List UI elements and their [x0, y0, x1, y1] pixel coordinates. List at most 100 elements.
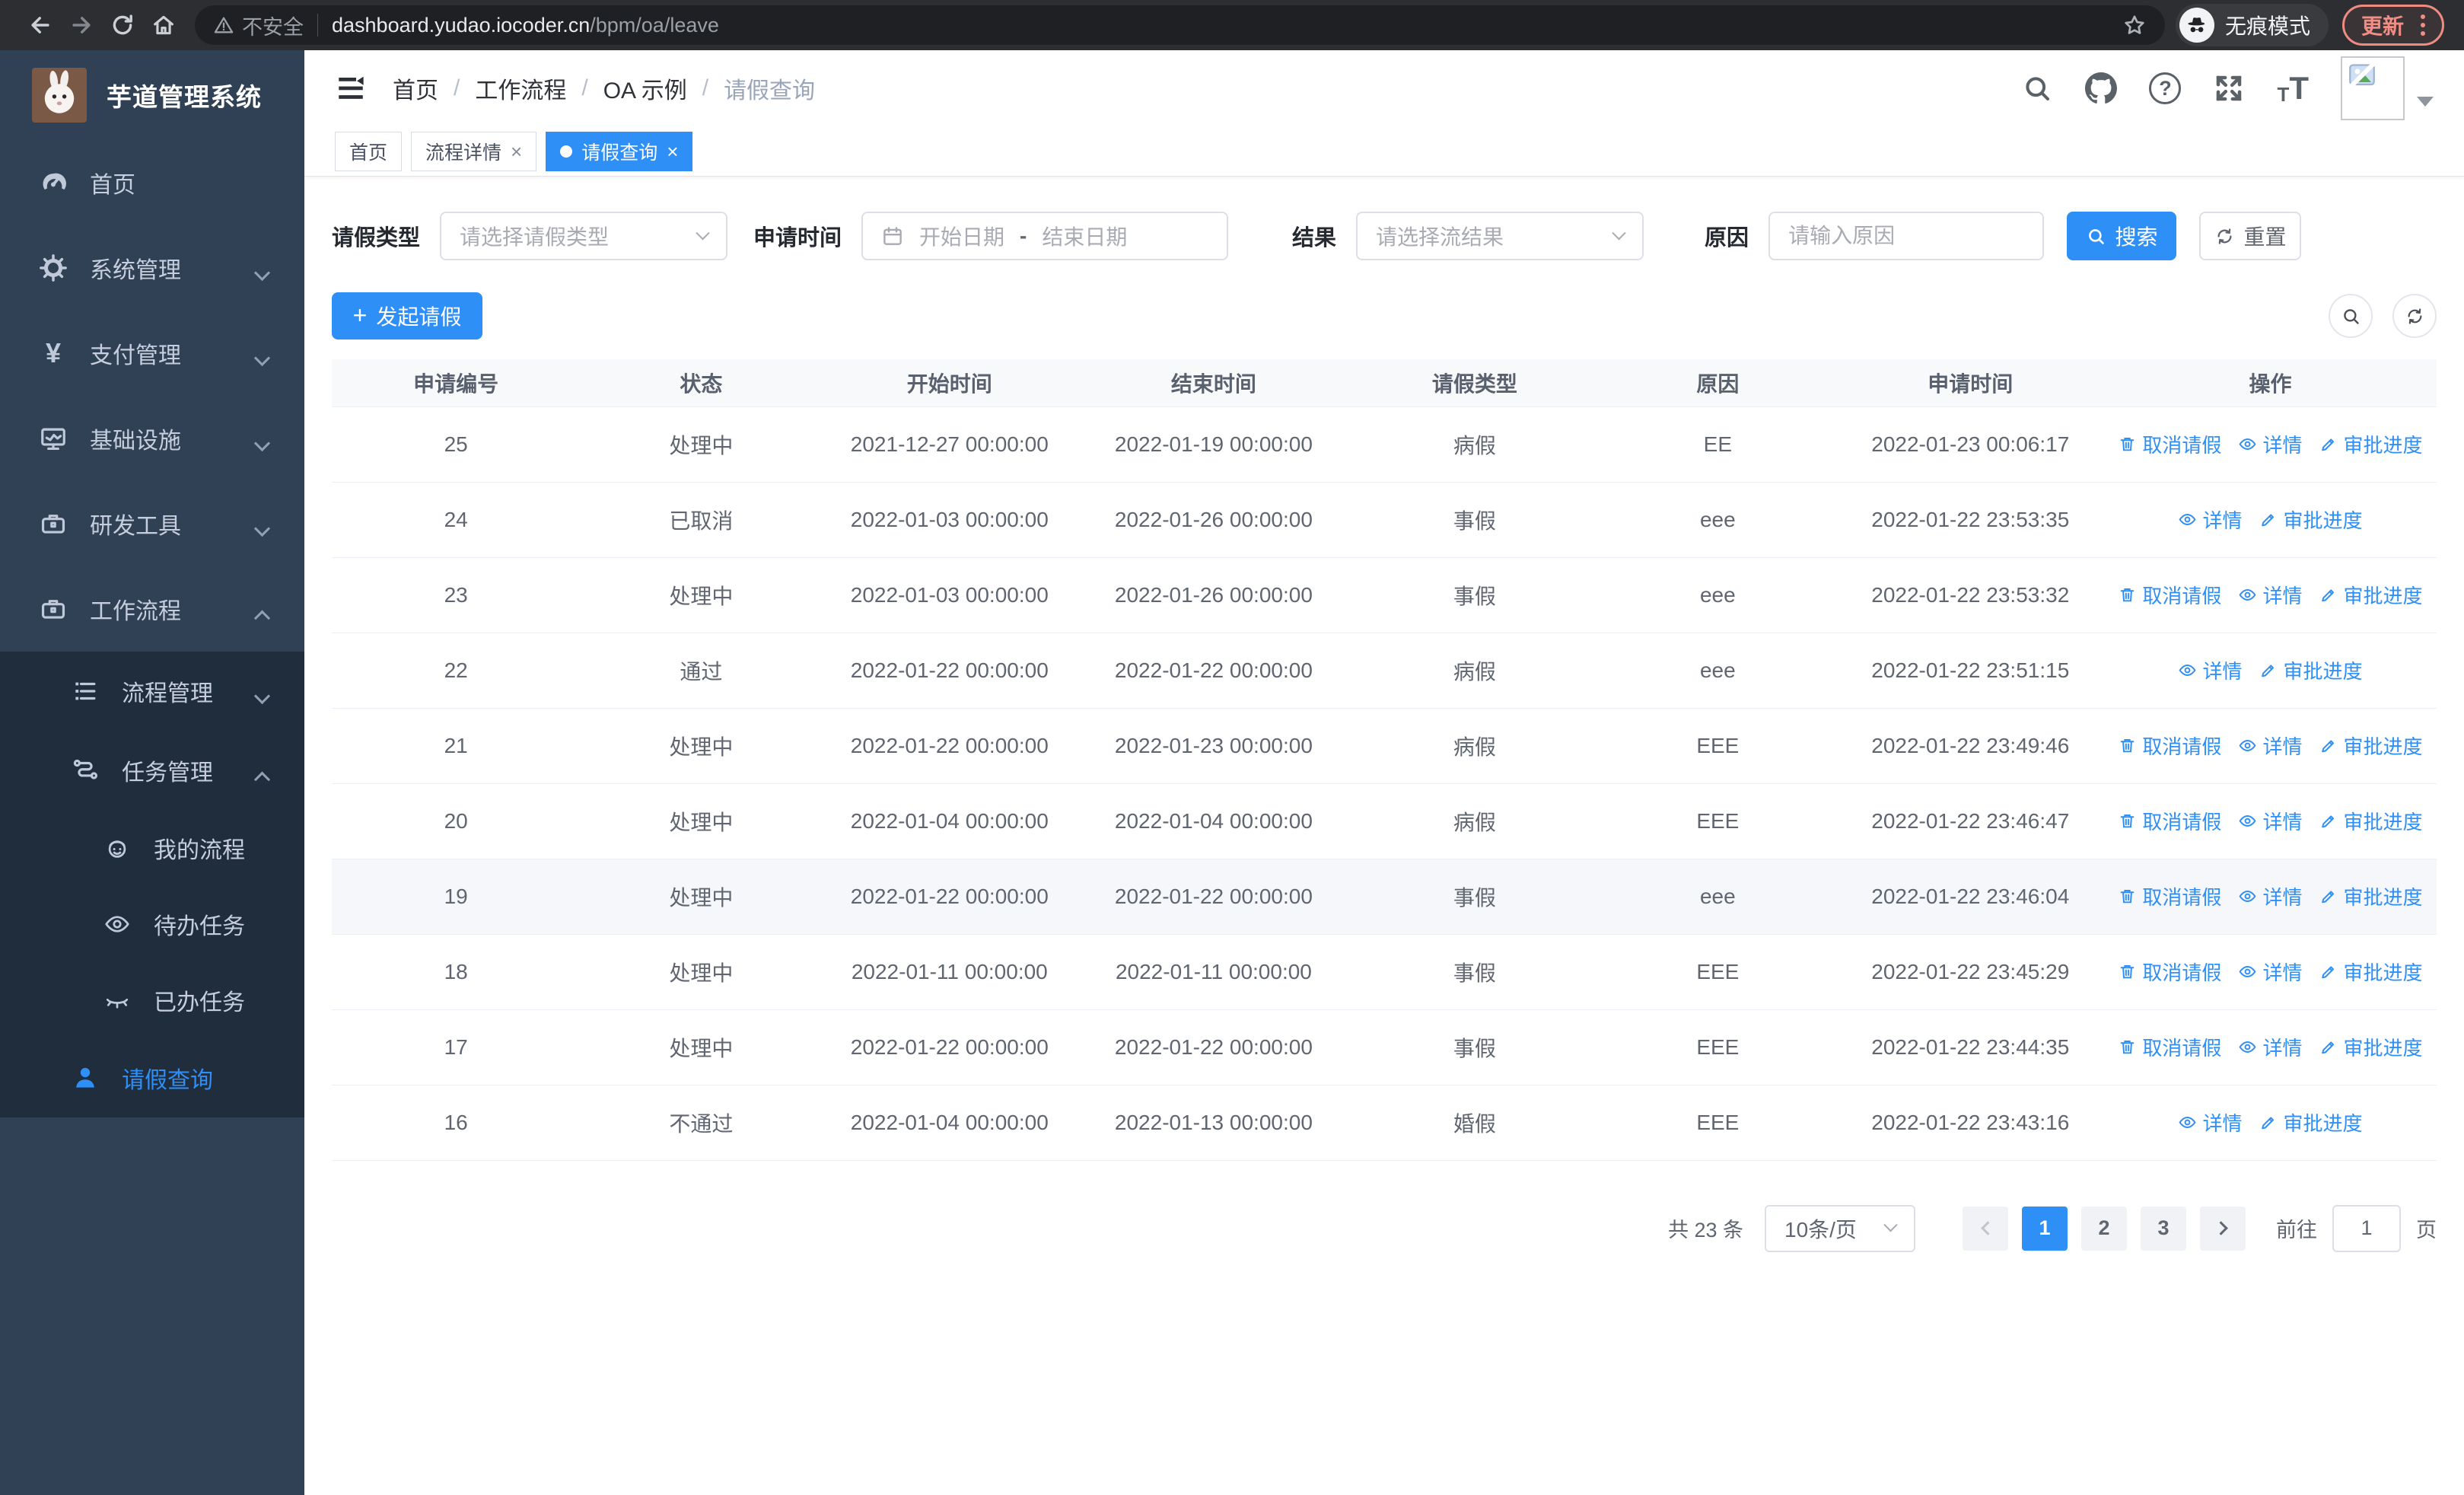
sidebar-item-done-tasks[interactable]: 已办任务	[0, 962, 304, 1038]
reset-button[interactable]: 重置	[2199, 212, 2302, 260]
result-select[interactable]: 请选择流结果	[1356, 212, 1644, 260]
bookmark-star-icon[interactable]	[2122, 13, 2147, 37]
tag-process-detail[interactable]: 流程详情 ×	[411, 131, 537, 171]
search-button[interactable]: 搜索	[2067, 212, 2177, 260]
detail-link[interactable]: 详情	[2238, 1033, 2302, 1061]
sidebar-item-workflow[interactable]: 工作流程	[0, 566, 304, 652]
cancel-leave-link[interactable]: 取消请假	[2118, 882, 2221, 910]
approval-progress-link[interactable]: 审批进度	[2259, 505, 2362, 534]
cancel-leave-link[interactable]: 取消请假	[2118, 958, 2221, 986]
tag-label: 首页	[349, 142, 388, 164]
cancel-leave-link[interactable]: 取消请假	[2118, 430, 2221, 458]
chevron-down-icon	[253, 429, 271, 455]
detail-link[interactable]: 详情	[2238, 807, 2302, 835]
cell-end: 2022-01-13 00:00:00	[1077, 1085, 1351, 1161]
browser-forward-button[interactable]	[61, 5, 102, 46]
toggle-search-button[interactable]	[2329, 294, 2373, 338]
next-page-button[interactable]	[2200, 1206, 2246, 1251]
tag-label: 流程详情	[425, 142, 502, 164]
detail-link[interactable]: 详情	[2238, 430, 2302, 458]
active-dot	[560, 145, 573, 158]
fullscreen-icon[interactable]	[2213, 72, 2245, 104]
goto-label: 前往	[2276, 1219, 2317, 1242]
detail-link[interactable]: 详情	[2178, 656, 2242, 684]
result-label: 结果	[1292, 226, 1337, 250]
pen-icon	[2262, 1116, 2275, 1129]
avatar[interactable]	[2341, 56, 2405, 120]
approval-progress-link[interactable]: 审批进度	[2319, 807, 2422, 835]
cancel-leave-link[interactable]: 取消请假	[2118, 807, 2221, 835]
detail-link[interactable]: 详情	[2238, 581, 2302, 609]
approval-progress-link[interactable]: 审批进度	[2319, 430, 2422, 458]
search-icon[interactable]	[2021, 72, 2053, 104]
sidebar-item-system[interactable]: 系统管理	[0, 225, 304, 311]
approval-progress-link[interactable]: 审批进度	[2319, 882, 2422, 910]
page-button-1[interactable]: 1	[2022, 1206, 2068, 1251]
approval-progress-link[interactable]: 审批进度	[2319, 732, 2422, 760]
browser-back-button[interactable]	[20, 5, 61, 46]
sidebar-item-leave-query[interactable]: 请假查询	[0, 1038, 304, 1117]
apply-time-range-picker[interactable]: 开始日期 - 结束日期	[861, 212, 1229, 260]
table-row: 21 处理中 2022-01-22 00:00:00 2022-01-23 00:00…	[332, 708, 2437, 784]
sidebar-item-payment[interactable]: ¥ 支付管理	[0, 311, 304, 396]
close-icon[interactable]: ×	[511, 142, 522, 161]
help-icon[interactable]: ?	[2149, 72, 2182, 104]
cell-id: 21	[332, 708, 581, 784]
tag-home[interactable]: 首页	[335, 131, 403, 171]
sidebar-item-home[interactable]: 首页	[0, 140, 304, 225]
cancel-leave-link[interactable]: 取消请假	[2118, 1033, 2221, 1061]
create-leave-button[interactable]: + 发起请假	[332, 292, 482, 339]
detail-link[interactable]: 详情	[2178, 1108, 2242, 1136]
close-icon[interactable]: ×	[667, 142, 678, 161]
refresh-table-button[interactable]	[2392, 294, 2437, 338]
chevron-down-icon	[696, 225, 710, 240]
approval-progress-link[interactable]: 审批进度	[2259, 656, 2362, 684]
approval-progress-link[interactable]: 审批进度	[2319, 581, 2422, 609]
sidebar-item-devtools[interactable]: 研发工具	[0, 481, 304, 566]
reason-input[interactable]	[1770, 213, 2043, 259]
approval-progress-link[interactable]: 审批进度	[2259, 1108, 2362, 1136]
sidebar-item-task-mgmt[interactable]: 任务管理	[0, 731, 304, 810]
detail-link[interactable]: 详情	[2178, 505, 2242, 534]
detail-link[interactable]: 详情	[2238, 732, 2302, 760]
cell-applied: 2022-01-22 23:49:46	[1836, 708, 2104, 784]
goto-page-input[interactable]	[2332, 1204, 2401, 1252]
browser-update-button[interactable]: 更新	[2341, 5, 2444, 46]
page-size-select[interactable]: 10条/页	[1765, 1204, 1915, 1252]
breadcrumb-home[interactable]: 首页	[393, 72, 438, 105]
pagination-total: 共 23 条	[1667, 1219, 1743, 1242]
approval-progress-link[interactable]: 审批进度	[2319, 1033, 2422, 1061]
prev-page-button[interactable]	[1963, 1206, 2008, 1251]
cell-status: 处理中	[580, 1009, 823, 1085]
pagination: 共 23 条 10条/页 1 2 3 前往 页	[332, 1204, 2437, 1252]
workflow-submenu: 流程管理 任务管理 我的流程 待办任务 已办任务 请假查询	[0, 652, 304, 1117]
security-label[interactable]: 不安全	[242, 11, 304, 40]
font-size-icon[interactable]: TT	[2277, 72, 2309, 105]
github-icon[interactable]	[2085, 72, 2118, 104]
cancel-leave-link[interactable]: 取消请假	[2118, 732, 2221, 760]
detail-link[interactable]: 详情	[2238, 958, 2302, 986]
sidebar-item-my-process[interactable]: 我的流程	[0, 810, 304, 886]
approval-progress-link[interactable]: 审批进度	[2319, 958, 2422, 986]
sidebar-item-label: 系统管理	[90, 258, 181, 283]
page-button-2[interactable]: 2	[2081, 1206, 2127, 1251]
cancel-leave-link[interactable]: 取消请假	[2118, 581, 2221, 609]
breadcrumb-oa-example[interactable]: OA 示例	[603, 72, 687, 105]
tag-leave-query[interactable]: 请假查询 ×	[546, 131, 693, 171]
incognito-icon	[2179, 8, 2214, 43]
sidebar-collapse-icon[interactable]	[335, 72, 367, 104]
leave-type-select[interactable]: 请选择请假类型	[440, 212, 728, 260]
sidebar-item-process-mgmt[interactable]: 流程管理	[0, 652, 304, 731]
browser-menu-icon[interactable]	[2416, 11, 2430, 39]
browser-reload-button[interactable]	[102, 5, 143, 46]
browser-home-button[interactable]	[143, 5, 184, 46]
sidebar-item-infra[interactable]: 基础设施	[0, 396, 304, 481]
cell-id: 22	[332, 633, 581, 709]
detail-link[interactable]: 详情	[2238, 882, 2302, 910]
breadcrumb-workflow[interactable]: 工作流程	[475, 72, 566, 105]
page-button-3[interactable]: 3	[2141, 1206, 2186, 1251]
avatar-caret-icon[interactable]	[2417, 96, 2434, 107]
sidebar-item-todo-tasks[interactable]: 待办任务	[0, 886, 304, 962]
reason-input-wrap	[1768, 212, 2045, 260]
address-bar[interactable]: 不安全 dashboard.yudao.iocoder.cn /bpm/oa/l…	[195, 5, 2165, 45]
